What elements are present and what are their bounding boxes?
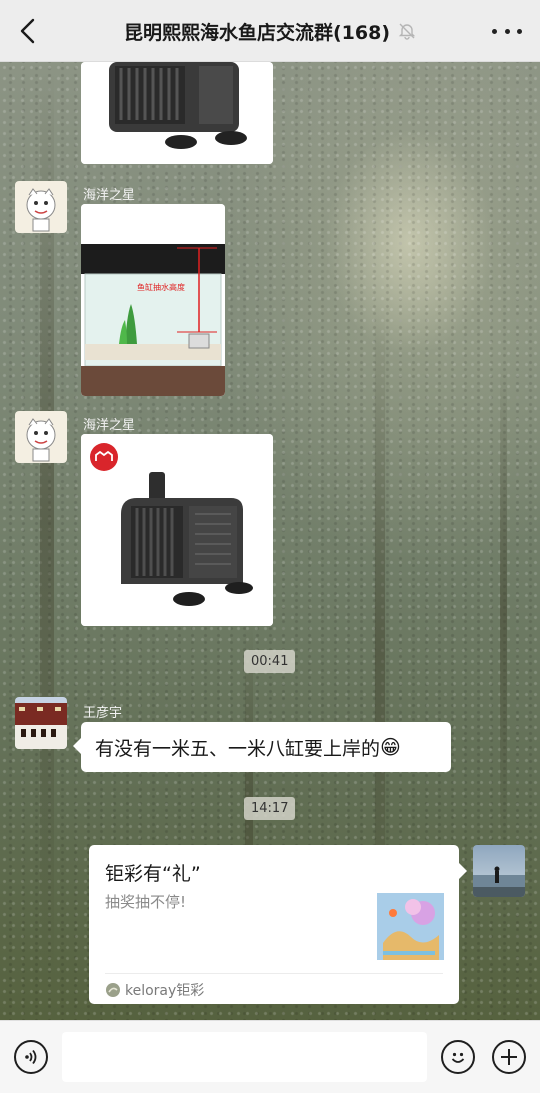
avatar[interactable] (15, 697, 67, 749)
timestamp: 00:41 (244, 650, 296, 673)
tmall-badge-icon (90, 443, 118, 471)
more-dot (492, 28, 497, 34)
plus-icon (501, 1049, 517, 1065)
image-message-pump[interactable] (81, 434, 273, 626)
chat-title: 昆明熙熙海水鱼店交流群(168) (123, 21, 391, 44)
chevron-left-icon (20, 18, 35, 44)
cartoon-avatar-icon (15, 411, 67, 463)
voice-button[interactable] (14, 1040, 48, 1074)
emoji-button[interactable] (441, 1040, 475, 1074)
beach-avatar-icon (473, 845, 525, 897)
chat-header: 昆明熙熙海水鱼店交流群(168) (0, 0, 540, 62)
building-avatar-icon (15, 697, 67, 749)
image-message-pump-partial[interactable] (81, 62, 273, 164)
avatar[interactable] (15, 181, 67, 233)
text-message-bubble[interactable]: 有没有一米五、一米八缸要上岸的 😁 (73, 722, 451, 772)
timestamp: 14:17 (244, 797, 296, 820)
image-message-tank[interactable]: 鱼缸抽水高度 (81, 204, 225, 396)
more-dot (504, 28, 510, 34)
sender-name: 海洋之星 (83, 188, 136, 203)
card-thumbnail-image (377, 893, 444, 960)
card-title: 钜彩有“礼” (105, 863, 201, 885)
card-source-name: keloray钜彩 (125, 983, 205, 999)
card-source: keloray钜彩 (105, 980, 204, 1000)
aquarium-image: 鱼缸抽水高度 (81, 204, 225, 396)
sender-name: 王彦宇 (83, 706, 123, 721)
cartoon-avatar-icon (15, 181, 67, 233)
card-divider (105, 973, 443, 974)
source-logo-icon (106, 983, 120, 997)
bell-off-icon (398, 23, 416, 40)
grin-emoji-icon: 😁 (380, 735, 401, 759)
image-label: 鱼缸抽水高度 (137, 282, 185, 292)
back-button[interactable] (10, 14, 46, 48)
more-dot (517, 28, 522, 34)
emoji-icon (451, 1052, 465, 1063)
input-bar (0, 1020, 540, 1093)
message-input[interactable] (62, 1032, 427, 1082)
plus-button[interactable] (492, 1040, 526, 1074)
message-text: 有没有一米五、一米八缸要上岸的 (95, 737, 381, 760)
voice-icon (25, 1049, 37, 1065)
more-button[interactable] (492, 20, 522, 42)
link-card-message[interactable]: 钜彩有“礼” 抽奖抽不停! keloray钜彩 (89, 845, 467, 1004)
sender-name: 海洋之星 (83, 418, 136, 433)
avatar[interactable] (15, 411, 67, 463)
water-pump-image (81, 434, 273, 626)
my-avatar[interactable] (473, 845, 525, 897)
card-description: 抽奖抽不停! (105, 893, 187, 911)
water-pump-image (81, 62, 273, 164)
